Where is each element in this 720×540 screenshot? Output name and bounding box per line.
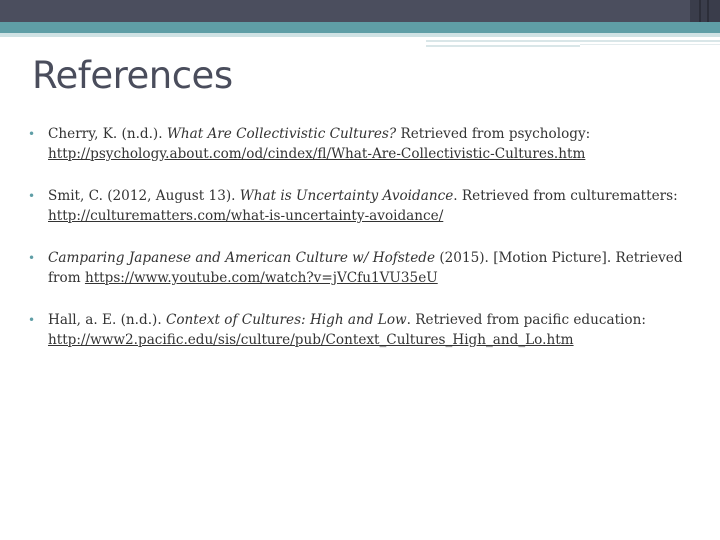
bullet-icon: • <box>28 313 36 327</box>
reference-title: Camparing Japanese and American Culture … <box>48 250 436 266</box>
header-dark-bar <box>0 0 690 22</box>
reference-suffix: Retrieved from psychology: <box>396 126 591 142</box>
header-corner-block <box>690 0 720 22</box>
decorative-line <box>580 44 720 45</box>
reference-suffix: . Retrieved from culturematters: <box>453 188 678 204</box>
reference-suffix: . Retrieved from pacific education: <box>406 312 646 328</box>
reference-item: • Smit, C. (2012, August 13). What is Un… <box>28 186 708 226</box>
bullet-icon: • <box>28 189 36 203</box>
reference-title: What is Uncertainty Avoidance <box>239 188 454 204</box>
page-title: References <box>32 54 233 97</box>
bullet-icon: • <box>28 251 36 265</box>
reference-link[interactable]: http://culturematters.com/what-is-uncert… <box>48 208 443 224</box>
decorative-line <box>426 40 720 42</box>
reference-prefix: Smit, C. (2012, August 13). <box>48 188 240 204</box>
header-corner-stripe <box>707 0 709 22</box>
bullet-icon: • <box>28 127 36 141</box>
reference-prefix: Hall, a. E. (n.d.). <box>48 312 166 328</box>
reference-prefix: Cherry, K. (n.d.). <box>48 126 167 142</box>
reference-item: • Cherry, K. (n.d.). What Are Collectivi… <box>28 124 708 164</box>
reference-link[interactable]: http://www2.pacific.edu/sis/culture/pub/… <box>48 332 574 348</box>
reference-title: What Are Collectivistic Cultures? <box>166 126 397 142</box>
header-teal-bar <box>0 22 720 33</box>
reference-title: Context of Cultures: High and Low <box>165 312 407 328</box>
reference-list: • Cherry, K. (n.d.). What Are Collectivi… <box>28 124 708 372</box>
reference-link[interactable]: https://www.youtube.com/watch?v=jVCfu1VU… <box>85 270 438 286</box>
reference-item: • Hall, a. E. (n.d.). Context of Culture… <box>28 310 708 350</box>
decorative-line <box>426 45 580 47</box>
reference-link[interactable]: http://psychology.about.com/od/cindex/fl… <box>48 146 585 162</box>
header-light-bar <box>0 33 720 37</box>
reference-item: • Camparing Japanese and American Cultur… <box>28 248 708 288</box>
header-corner-stripe <box>699 0 701 22</box>
